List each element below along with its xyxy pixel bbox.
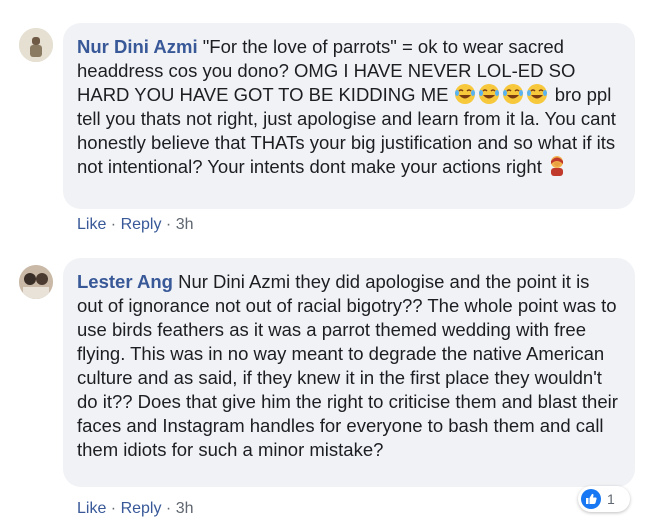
comment-actions: Like · Reply · 3h (77, 216, 194, 234)
tears-of-joy-emoji-icon (478, 83, 500, 105)
like-link[interactable]: Like (77, 216, 106, 233)
tears-of-joy-emoji-icon (502, 83, 524, 105)
separator: · (106, 216, 121, 233)
separator: · (161, 216, 176, 233)
reaction-summary[interactable]: 1 (578, 486, 630, 512)
timestamp[interactable]: 3h (176, 500, 194, 517)
like-link[interactable]: Like (77, 500, 106, 517)
reply-link[interactable]: Reply (121, 216, 162, 233)
facepalm-emoji-icon (547, 155, 569, 177)
tears-of-joy-emoji-icon (454, 83, 476, 105)
comment-text: Lester Ang Nur Dini Azmi they did apolog… (77, 270, 619, 462)
comment-body: Nur Dini Azmi they did apologise and the… (77, 271, 618, 460)
comment-actions: Like · Reply · 3h (77, 500, 194, 518)
comment-text: Nur Dini Azmi "For the love of parrots" … (77, 35, 619, 179)
comment-bubble: Lester Ang Nur Dini Azmi they did apolog… (63, 258, 635, 487)
timestamp[interactable]: 3h (176, 216, 194, 233)
comment-bubble: Nur Dini Azmi "For the love of parrots" … (63, 23, 635, 209)
reaction-count: 1 (607, 491, 615, 507)
comment-author[interactable]: Nur Dini Azmi (77, 36, 198, 57)
avatar[interactable] (19, 28, 53, 62)
like-thumb-icon (581, 489, 601, 509)
separator: · (106, 500, 121, 517)
avatar[interactable] (19, 265, 53, 299)
separator: · (161, 500, 176, 517)
reply-link[interactable]: Reply (121, 500, 162, 517)
comment-author[interactable]: Lester Ang (77, 271, 173, 292)
tears-of-joy-emoji-icon (526, 83, 548, 105)
